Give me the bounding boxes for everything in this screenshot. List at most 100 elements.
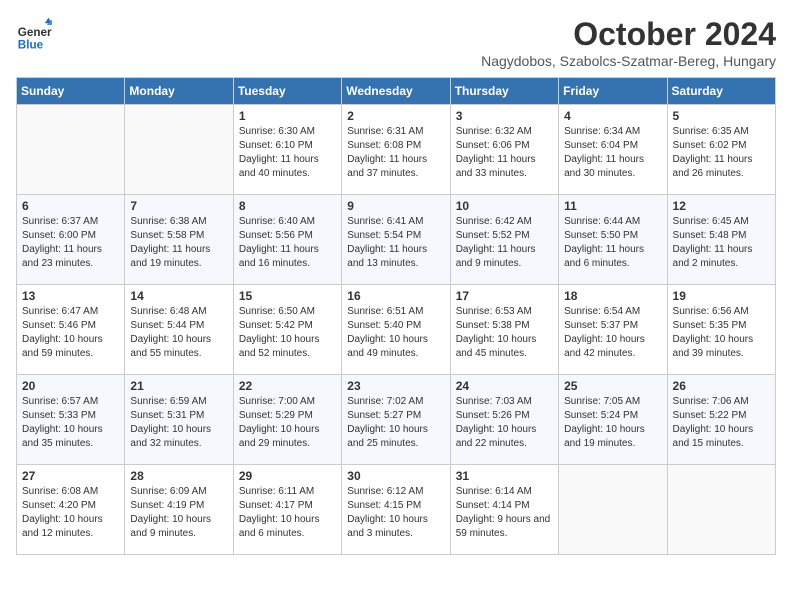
header-friday: Friday (559, 78, 667, 105)
calendar-subtitle: Nagydobos, Szabolcs-Szatmar-Bereg, Hunga… (481, 53, 776, 69)
cell-content: Sunrise: 6:12 AM Sunset: 4:15 PM Dayligh… (347, 485, 444, 541)
calendar-cell: 9 Sunrise: 6:41 AM Sunset: 5:54 PM Daylig… (342, 195, 450, 285)
day-number: 14 (130, 289, 227, 303)
day-number: 10 (456, 199, 553, 213)
header-saturday: Saturday (667, 78, 775, 105)
day-number: 21 (130, 379, 227, 393)
calendar-cell: 16 Sunrise: 6:51 AM Sunset: 5:40 PM Dayli… (342, 285, 450, 375)
calendar-cell: 20Sunrise: 6:57 AM Sunset: 5:33 PM Dayli… (17, 375, 125, 465)
svg-text:Blue: Blue (18, 38, 44, 51)
calendar-cell: 18 Sunrise: 6:54 AM Sunset: 5:37 PM Dayli… (559, 285, 667, 375)
cell-content: Sunrise: 7:00 AM Sunset: 5:29 PM Dayligh… (239, 395, 336, 451)
calendar-title: October 2024 (481, 16, 776, 53)
calendar-week-3: 13Sunrise: 6:47 AM Sunset: 5:46 PM Dayli… (17, 285, 776, 375)
cell-content: Sunrise: 6:45 AM Sunset: 5:48 PM Dayligh… (673, 215, 770, 271)
calendar-cell: 31 Sunrise: 6:14 AM Sunset: 4:14 PM Dayli… (450, 465, 558, 555)
day-number: 6 (22, 199, 119, 213)
cell-content: Sunrise: 6:32 AM Sunset: 6:06 PM Dayligh… (456, 125, 553, 181)
day-number: 29 (239, 469, 336, 483)
calendar-week-1: 1Sunrise: 6:30 AM Sunset: 6:10 PM Daylig… (17, 105, 776, 195)
calendar-cell: 28 Sunrise: 6:09 AM Sunset: 4:19 PM Dayli… (125, 465, 233, 555)
cell-content: Sunrise: 6:14 AM Sunset: 4:14 PM Dayligh… (456, 485, 553, 541)
cell-content: Sunrise: 6:38 AM Sunset: 5:58 PM Dayligh… (130, 215, 227, 271)
cell-content: Sunrise: 6:53 AM Sunset: 5:38 PM Dayligh… (456, 305, 553, 361)
calendar-cell: 12 Sunrise: 6:45 AM Sunset: 5:48 PM Dayli… (667, 195, 775, 285)
cell-content: Sunrise: 6:59 AM Sunset: 5:31 PM Dayligh… (130, 395, 227, 451)
day-number: 7 (130, 199, 227, 213)
cell-content: Sunrise: 6:41 AM Sunset: 5:54 PM Dayligh… (347, 215, 444, 271)
calendar-cell (125, 105, 233, 195)
header-monday: Monday (125, 78, 233, 105)
cell-content: Sunrise: 6:54 AM Sunset: 5:37 PM Dayligh… (564, 305, 661, 361)
calendar-cell: 4 Sunrise: 6:34 AM Sunset: 6:04 PM Daylig… (559, 105, 667, 195)
day-number: 28 (130, 469, 227, 483)
cell-content: Sunrise: 6:51 AM Sunset: 5:40 PM Dayligh… (347, 305, 444, 361)
calendar-cell: 22Sunrise: 7:00 AM Sunset: 5:29 PM Dayli… (233, 375, 341, 465)
cell-content: Sunrise: 6:40 AM Sunset: 5:56 PM Dayligh… (239, 215, 336, 271)
day-number: 26 (673, 379, 770, 393)
calendar-cell: 2Sunrise: 6:31 AM Sunset: 6:08 PM Daylig… (342, 105, 450, 195)
calendar-week-2: 6 Sunrise: 6:37 AM Sunset: 6:00 PM Daylig… (17, 195, 776, 285)
day-number: 3 (456, 109, 553, 123)
header-thursday: Thursday (450, 78, 558, 105)
calendar-week-5: 27 Sunrise: 6:08 AM Sunset: 4:20 PM Dayli… (17, 465, 776, 555)
cell-content: Sunrise: 6:37 AM Sunset: 6:00 PM Dayligh… (22, 215, 119, 271)
calendar-cell (17, 105, 125, 195)
calendar-cell: 14 Sunrise: 6:48 AM Sunset: 5:44 PM Dayli… (125, 285, 233, 375)
day-number: 12 (673, 199, 770, 213)
cell-content: Sunrise: 6:08 AM Sunset: 4:20 PM Dayligh… (22, 485, 119, 541)
calendar-cell: 23Sunrise: 7:02 AM Sunset: 5:27 PM Dayli… (342, 375, 450, 465)
day-number: 8 (239, 199, 336, 213)
calendar-table: SundayMondayTuesdayWednesdayThursdayFrid… (16, 77, 776, 555)
calendar-cell: 21 Sunrise: 6:59 AM Sunset: 5:31 PM Dayli… (125, 375, 233, 465)
calendar-cell: 1Sunrise: 6:30 AM Sunset: 6:10 PM Daylig… (233, 105, 341, 195)
calendar-body: 1Sunrise: 6:30 AM Sunset: 6:10 PM Daylig… (17, 105, 776, 555)
calendar-cell: 3 Sunrise: 6:32 AM Sunset: 6:06 PM Daylig… (450, 105, 558, 195)
day-number: 23 (347, 379, 444, 393)
cell-content: Sunrise: 6:44 AM Sunset: 5:50 PM Dayligh… (564, 215, 661, 271)
calendar-cell: 27 Sunrise: 6:08 AM Sunset: 4:20 PM Dayli… (17, 465, 125, 555)
calendar-cell: 26Sunrise: 7:06 AM Sunset: 5:22 PM Dayli… (667, 375, 775, 465)
calendar-cell (559, 465, 667, 555)
calendar-cell: 11Sunrise: 6:44 AM Sunset: 5:50 PM Dayli… (559, 195, 667, 285)
day-number: 18 (564, 289, 661, 303)
calendar-cell: 5Sunrise: 6:35 AM Sunset: 6:02 PM Daylig… (667, 105, 775, 195)
calendar-cell: 7 Sunrise: 6:38 AM Sunset: 5:58 PM Daylig… (125, 195, 233, 285)
day-number: 17 (456, 289, 553, 303)
cell-content: Sunrise: 6:42 AM Sunset: 5:52 PM Dayligh… (456, 215, 553, 271)
calendar-cell: 19Sunrise: 6:56 AM Sunset: 5:35 PM Dayli… (667, 285, 775, 375)
calendar-cell: 24Sunrise: 7:03 AM Sunset: 5:26 PM Dayli… (450, 375, 558, 465)
logo-icon: General Blue (16, 16, 52, 52)
calendar-cell: 29 Sunrise: 6:11 AM Sunset: 4:17 PM Dayli… (233, 465, 341, 555)
calendar-title-area: October 2024 Nagydobos, Szabolcs-Szatmar… (481, 16, 776, 69)
day-number: 20 (22, 379, 119, 393)
day-number: 27 (22, 469, 119, 483)
calendar-cell: 10 Sunrise: 6:42 AM Sunset: 5:52 PM Dayli… (450, 195, 558, 285)
header-wednesday: Wednesday (342, 78, 450, 105)
cell-content: Sunrise: 7:03 AM Sunset: 5:26 PM Dayligh… (456, 395, 553, 451)
logo: General Blue (16, 16, 56, 52)
day-number: 16 (347, 289, 444, 303)
day-number: 4 (564, 109, 661, 123)
calendar-header-row: SundayMondayTuesdayWednesdayThursdayFrid… (17, 78, 776, 105)
day-number: 19 (673, 289, 770, 303)
calendar-cell: 8 Sunrise: 6:40 AM Sunset: 5:56 PM Daylig… (233, 195, 341, 285)
cell-content: Sunrise: 6:34 AM Sunset: 6:04 PM Dayligh… (564, 125, 661, 181)
calendar-cell: 15 Sunrise: 6:50 AM Sunset: 5:42 PM Dayli… (233, 285, 341, 375)
calendar-week-4: 20Sunrise: 6:57 AM Sunset: 5:33 PM Dayli… (17, 375, 776, 465)
cell-content: Sunrise: 6:30 AM Sunset: 6:10 PM Dayligh… (239, 125, 336, 181)
day-number: 25 (564, 379, 661, 393)
day-number: 31 (456, 469, 553, 483)
cell-content: Sunrise: 6:50 AM Sunset: 5:42 PM Dayligh… (239, 305, 336, 361)
page-header: General Blue October 2024 Nagydobos, Sza… (16, 16, 776, 69)
calendar-cell (667, 465, 775, 555)
day-number: 15 (239, 289, 336, 303)
cell-content: Sunrise: 6:11 AM Sunset: 4:17 PM Dayligh… (239, 485, 336, 541)
cell-content: Sunrise: 6:35 AM Sunset: 6:02 PM Dayligh… (673, 125, 770, 181)
cell-content: Sunrise: 6:09 AM Sunset: 4:19 PM Dayligh… (130, 485, 227, 541)
cell-content: Sunrise: 6:31 AM Sunset: 6:08 PM Dayligh… (347, 125, 444, 181)
calendar-cell: 13Sunrise: 6:47 AM Sunset: 5:46 PM Dayli… (17, 285, 125, 375)
day-number: 9 (347, 199, 444, 213)
cell-content: Sunrise: 6:48 AM Sunset: 5:44 PM Dayligh… (130, 305, 227, 361)
day-number: 30 (347, 469, 444, 483)
